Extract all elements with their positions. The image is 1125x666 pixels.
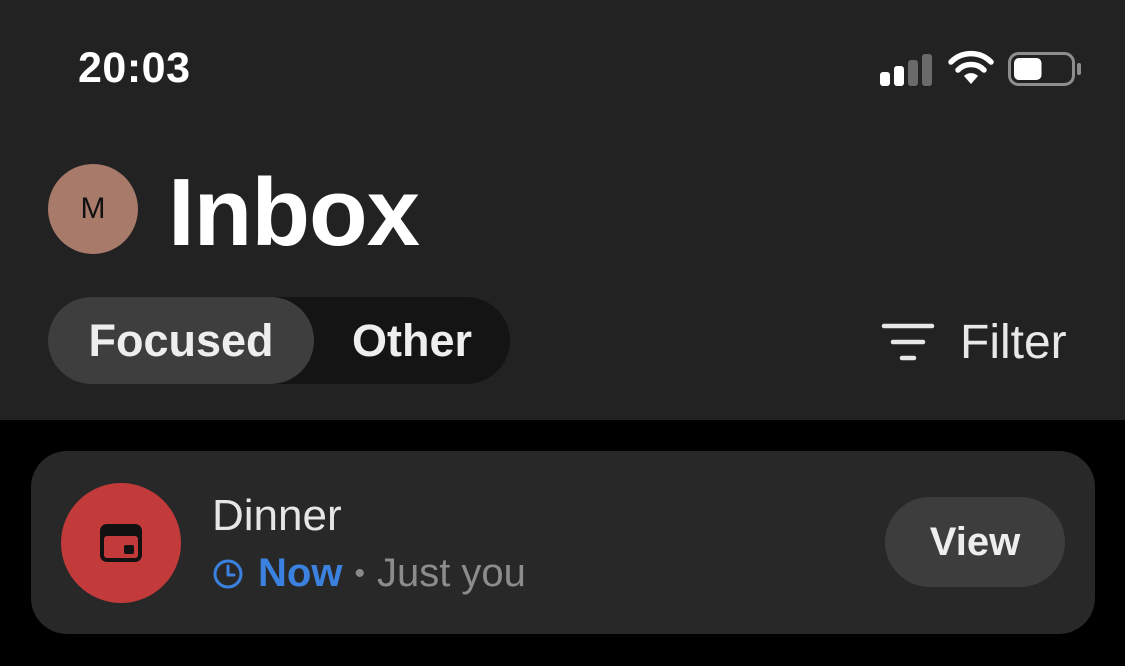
header-area: 20:03 M Inbox Focused Other Filter (0, 0, 1125, 420)
event-time: Now (258, 551, 343, 595)
view-button-label: View (929, 519, 1021, 564)
tab-other[interactable]: Other (314, 297, 510, 384)
tab-focused[interactable]: Focused (48, 297, 314, 384)
battery-icon (1008, 52, 1081, 86)
page-title: Inbox (168, 159, 420, 266)
calendar-icon (100, 524, 142, 562)
filter-button[interactable]: Filter (878, 310, 1067, 374)
tab-focused-label: Focused (88, 314, 274, 366)
tab-other-label: Other (351, 314, 472, 366)
inbox-tab-switcher: Focused Other (48, 297, 510, 384)
signal-bar (922, 54, 932, 86)
signal-bar (908, 60, 918, 86)
view-event-button[interactable]: View (885, 497, 1065, 587)
meta-separator: • (354, 556, 365, 590)
filter-icon (881, 323, 935, 361)
battery-level-fill (1014, 58, 1042, 80)
mail-app-screen: 20:03 M Inbox Focused Other Filter Dinne… (0, 0, 1125, 666)
clock-icon (213, 559, 243, 588)
signal-bar (880, 72, 890, 86)
event-meta: Now • Just you (212, 551, 526, 596)
status-time: 20:03 (78, 44, 191, 92)
signal-bar (894, 66, 904, 86)
account-avatar[interactable]: M (48, 164, 138, 254)
cellular-signal-icon (880, 52, 936, 86)
wifi-icon (948, 50, 994, 84)
event-attendees: Just you (376, 551, 526, 595)
event-title: Dinner (212, 491, 342, 540)
event-icon-badge (61, 483, 181, 603)
upcoming-event-card[interactable]: Dinner Now • Just you View (31, 451, 1095, 634)
filter-label: Filter (960, 315, 1067, 369)
avatar-initial: M (80, 192, 106, 225)
